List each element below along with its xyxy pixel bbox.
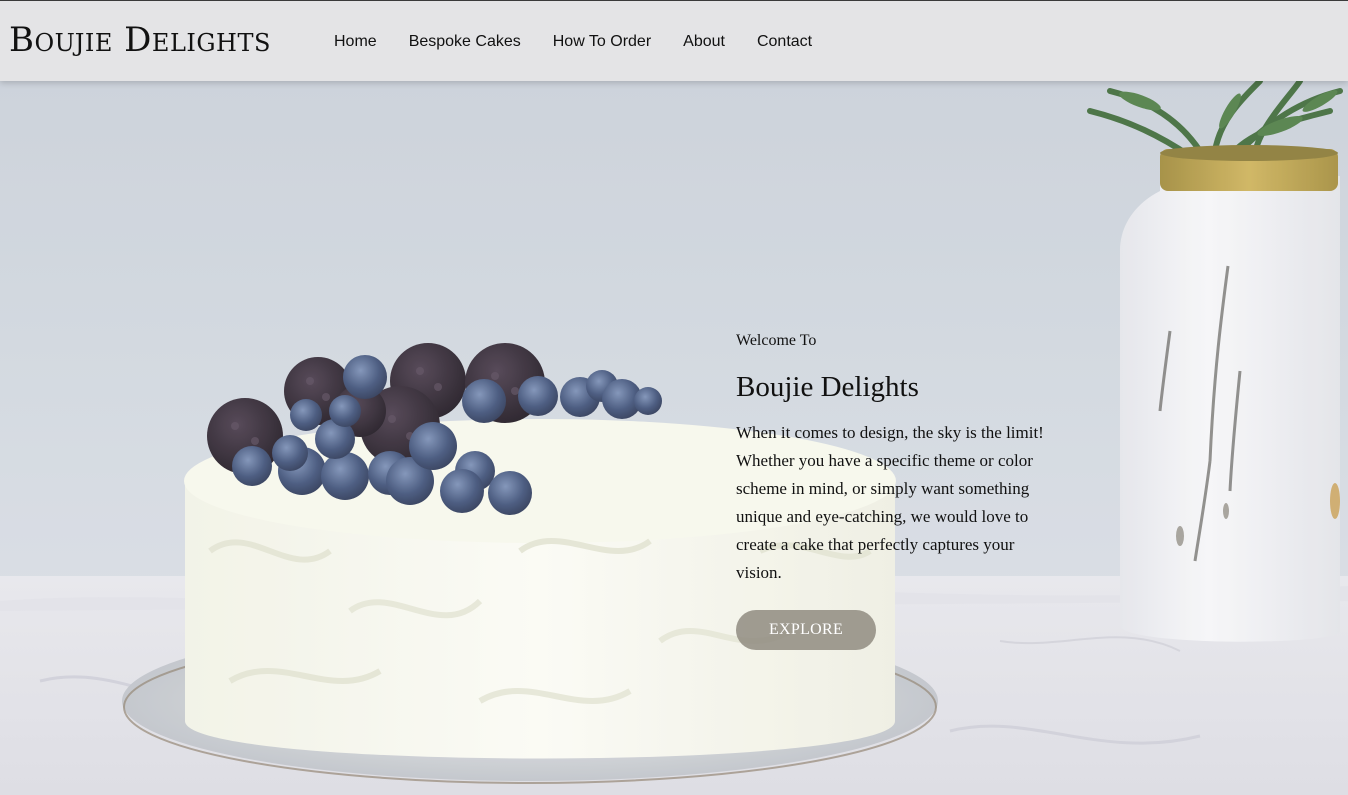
hero-kicker: Welcome To — [736, 332, 817, 349]
nav-link-how-to-order[interactable]: How To Order — [553, 29, 651, 55]
nav-link-about[interactable]: About — [683, 29, 725, 55]
hero-background-image — [0, 81, 1348, 795]
main-nav: Home Bespoke Cakes How To Order About Co… — [334, 29, 844, 55]
hero-text-block: Welcome To Boujie Delights When it comes… — [736, 331, 1046, 650]
nav-link-home[interactable]: Home — [334, 29, 377, 55]
brand-logo[interactable]: Boujie Delights — [9, 18, 271, 62]
top-navigation-bar: Boujie Delights Home Bespoke Cakes How T… — [0, 0, 1348, 81]
page: Boujie Delights Home Bespoke Cakes How T… — [0, 0, 1348, 795]
nav-link-bespoke-cakes[interactable]: Bespoke Cakes — [409, 29, 521, 55]
hero-title: Boujie Delights — [736, 371, 919, 403]
hero-section: Welcome To Boujie Delights When it comes… — [0, 81, 1348, 795]
nav-link-contact[interactable]: Contact — [757, 29, 812, 55]
hero-description: When it comes to design, the sky is the … — [736, 423, 1044, 582]
explore-button[interactable]: EXPLORE — [736, 610, 876, 650]
